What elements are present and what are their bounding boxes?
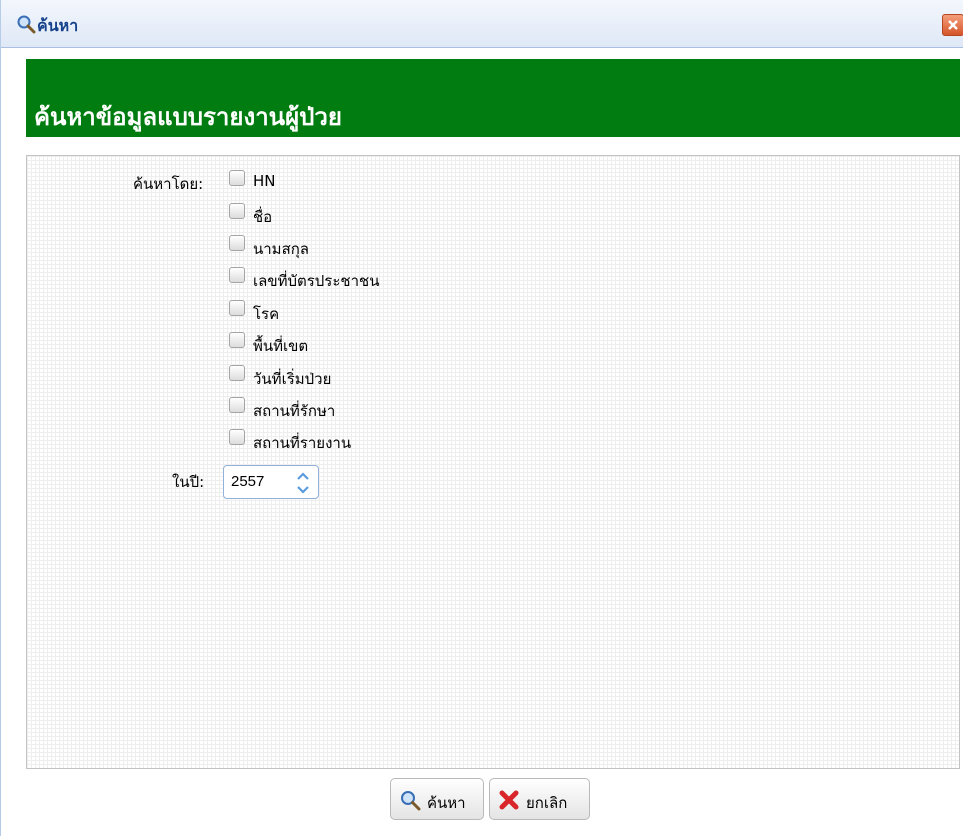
disease-checkbox[interactable] [229, 300, 245, 316]
x-icon [498, 789, 520, 811]
search-icon [399, 789, 421, 811]
treatment-place-label: สถานที่รักษา [253, 402, 336, 420]
search-form: ค้นหาโดย: HN ชื่อ นามสกุล เลขที่บัตรประช… [26, 155, 960, 769]
close-icon [948, 20, 958, 30]
search-button[interactable]: ค้นหา [390, 778, 484, 820]
search-by-label: ค้นหาโดย: [133, 175, 204, 193]
onset-date-label: วันที่เริ่มป่วย [253, 370, 332, 388]
year-spinner[interactable]: 2557 [223, 465, 319, 499]
spin-up-button[interactable] [292, 468, 314, 482]
area-checkbox[interactable] [229, 332, 245, 348]
last-name-checkbox[interactable] [229, 235, 245, 251]
page-header: ค้นหาข้อมูลแบบรายงานผู้ป่วย [26, 59, 960, 137]
year-label: ในปี: [172, 473, 205, 491]
year-input[interactable]: 2557 [231, 473, 264, 490]
treatment-place-checkbox[interactable] [229, 397, 245, 413]
close-button[interactable] [942, 14, 963, 36]
report-place-label: สถานที่รายงาน [253, 434, 352, 452]
disease-label: โรค [253, 305, 280, 323]
search-dialog: ค้นหา ค้นหาข้อมูลแบบรายงานผู้ป่วย ค้นหาโ… [0, 0, 963, 836]
report-place-checkbox[interactable] [229, 429, 245, 445]
dialog-title: ค้นหา [37, 16, 79, 35]
last-name-label: นามสกุล [253, 240, 309, 258]
cancel-button[interactable]: ยกเลิก [489, 778, 590, 820]
search-icon [16, 14, 36, 34]
spin-down-button[interactable] [292, 482, 314, 496]
search-button-label: ค้นหา [427, 794, 466, 812]
first-name-label: ชื่อ [253, 208, 273, 226]
chevron-down-icon [297, 486, 309, 494]
first-name-checkbox[interactable] [229, 203, 245, 219]
hn-checkbox[interactable] [229, 170, 245, 186]
id-card-label: เลขที่บัตรประชาชน [253, 272, 380, 290]
area-label: พื้นที่เขต [253, 337, 309, 355]
page-title: ค้นหาข้อมูลแบบรายงานผู้ป่วย [34, 103, 342, 131]
dialog-titlebar: ค้นหา [1, 0, 963, 48]
onset-date-checkbox[interactable] [229, 365, 245, 381]
chevron-up-icon [297, 472, 309, 480]
id-card-checkbox[interactable] [229, 267, 245, 283]
cancel-button-label: ยกเลิก [526, 794, 568, 812]
hn-label: HN [253, 172, 276, 190]
